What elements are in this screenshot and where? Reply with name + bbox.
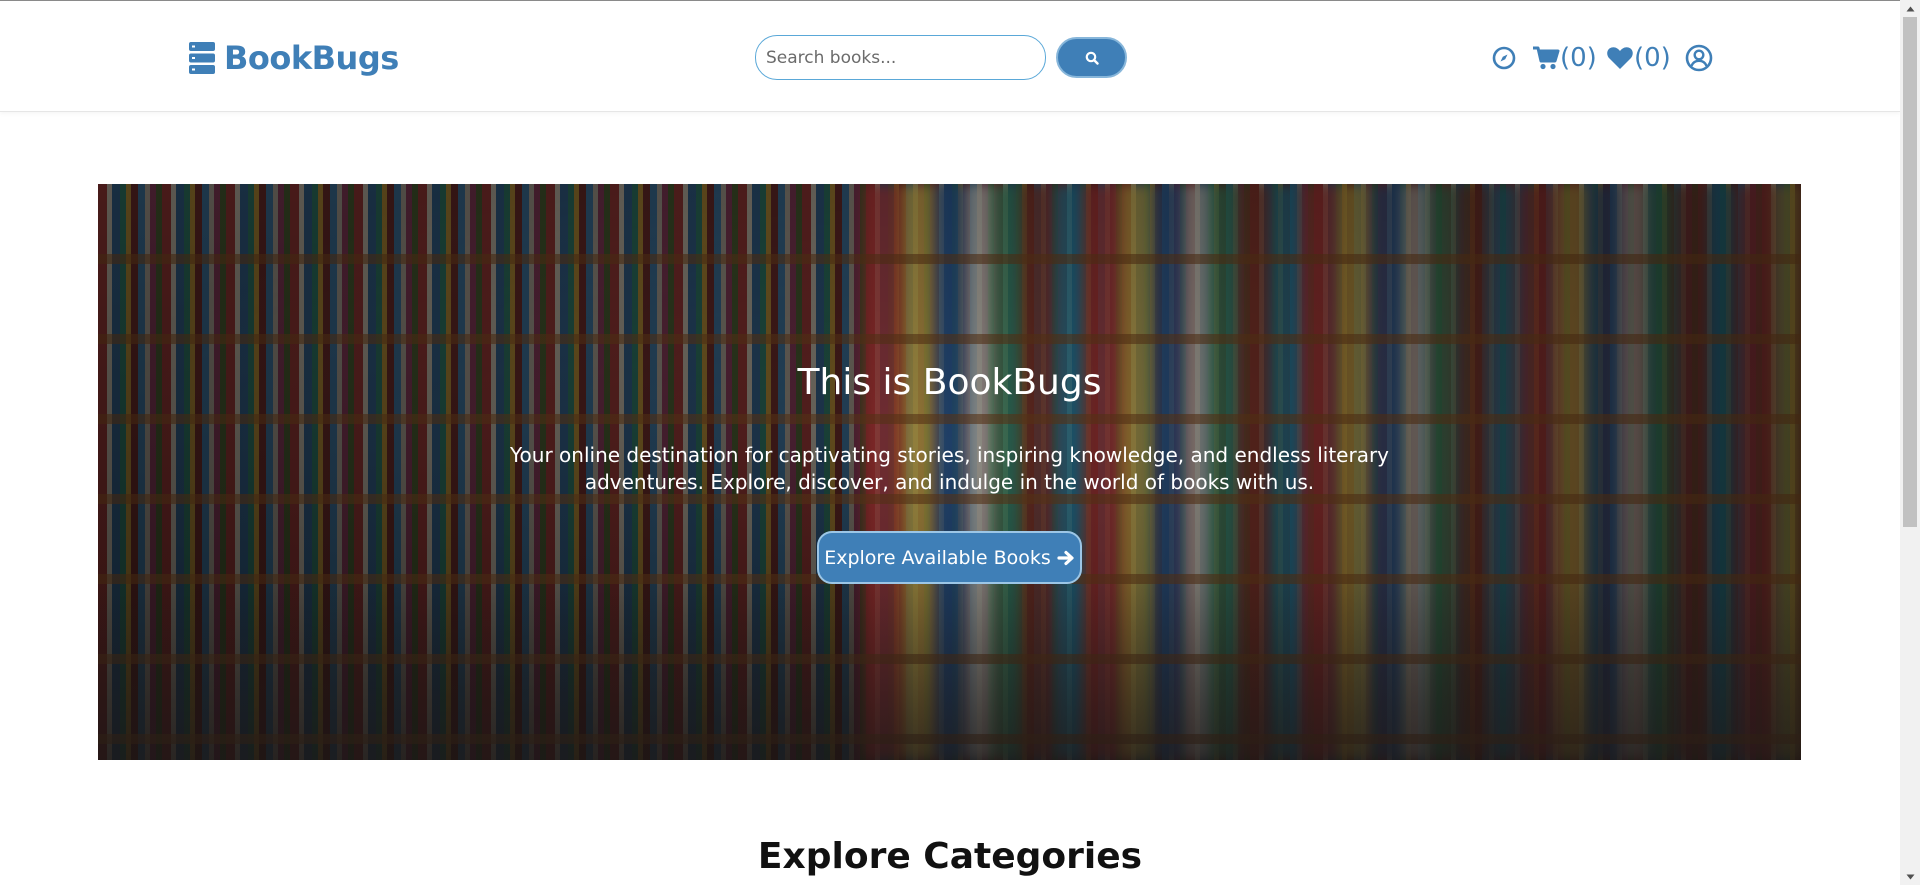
wishlist-count: (0) xyxy=(1634,43,1671,73)
hero-bottom-fade xyxy=(98,580,1801,760)
search-button[interactable] xyxy=(1056,37,1127,78)
page-scrollbar[interactable] xyxy=(1900,0,1920,885)
explore-books-label: Explore Available Books xyxy=(824,546,1051,569)
wishlist-link[interactable]: (0) xyxy=(1606,43,1671,73)
hero-banner: This is BookBugs Your online destination… xyxy=(98,184,1801,760)
arrow-right-icon xyxy=(1057,550,1074,565)
nav-wishlist[interactable]: (0) xyxy=(1606,42,1671,74)
logo-text: BookBugs xyxy=(224,39,399,77)
scroll-down-arrow-icon[interactable] xyxy=(1900,868,1920,885)
search-icon xyxy=(1085,51,1099,65)
compass-icon xyxy=(1492,46,1516,70)
nav-compass[interactable] xyxy=(1492,42,1516,74)
cart-link[interactable]: (0) xyxy=(1532,43,1597,73)
hero-title: This is BookBugs xyxy=(797,362,1102,403)
user-icon xyxy=(1685,44,1713,72)
explore-books-button[interactable]: Explore Available Books xyxy=(817,531,1082,584)
cart-icon xyxy=(1533,46,1560,70)
categories-section-title: Explore Categories xyxy=(757,836,1143,877)
nav-account[interactable] xyxy=(1685,42,1713,74)
heart-icon xyxy=(1607,47,1633,69)
search-input[interactable] xyxy=(755,35,1046,80)
bookbugs-logo-icon xyxy=(189,42,215,74)
hero-subtitle: Your online destination for captivating … xyxy=(509,443,1390,494)
nav-cart[interactable]: (0) xyxy=(1532,42,1597,74)
site-header: BookBugs (0) (0) xyxy=(0,1,1900,112)
cart-count: (0) xyxy=(1560,43,1597,73)
scroll-up-arrow-icon[interactable] xyxy=(1900,0,1920,17)
site-logo[interactable]: BookBugs xyxy=(187,38,399,78)
scrollbar-thumb[interactable] xyxy=(1903,17,1917,527)
